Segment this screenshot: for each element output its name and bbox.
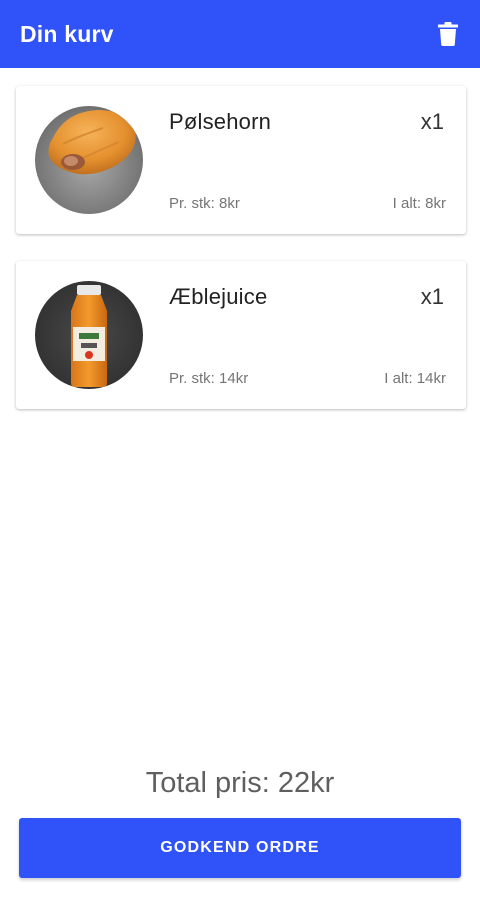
product-image-apple-juice bbox=[35, 281, 143, 389]
item-quantity: x1 bbox=[420, 109, 444, 134]
clear-cart-button[interactable] bbox=[434, 20, 462, 48]
product-image-sausage-roll bbox=[35, 106, 143, 214]
item-name: Æblejuice bbox=[169, 284, 268, 309]
approve-order-button[interactable]: GODKEND ORDRE bbox=[19, 818, 461, 878]
item-line-total: I alt: 8kr bbox=[392, 195, 446, 212]
cart-item[interactable]: Æblejuice x1 Pr. stk: 14kr I alt: 14kr bbox=[16, 261, 466, 409]
cart-item[interactable]: Pølsehorn x1 Pr. stk: 8kr I alt: 8kr bbox=[16, 86, 466, 234]
item-unit-price: Pr. stk: 8kr bbox=[169, 195, 240, 212]
trash-icon bbox=[438, 22, 458, 46]
order-total: Total pris: 22kr bbox=[145, 767, 335, 799]
item-quantity: x1 bbox=[420, 284, 444, 309]
item-line-total: I alt: 14kr bbox=[384, 370, 446, 387]
item-unit-price: Pr. stk: 14kr bbox=[169, 370, 249, 387]
cart-screen: Din kurv Pølsehorn x1 Pr. stk: 8kr I alt… bbox=[0, 0, 480, 900]
page-title: Din kurv bbox=[20, 20, 114, 47]
app-bar: Din kurv bbox=[0, 0, 480, 68]
item-name: Pølsehorn bbox=[169, 109, 272, 134]
